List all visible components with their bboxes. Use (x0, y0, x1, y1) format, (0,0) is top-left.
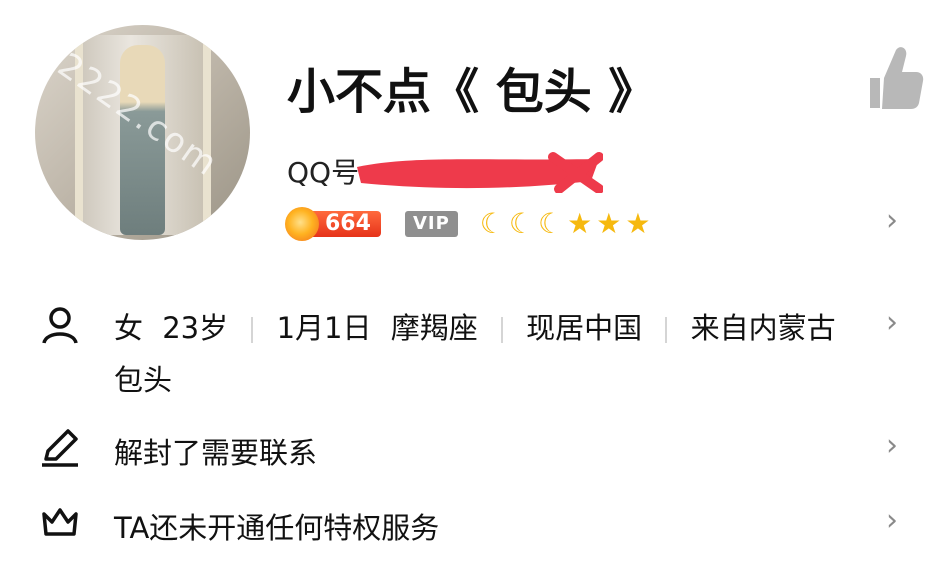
redaction-scribble (357, 152, 603, 193)
location: 现居中国 (526, 311, 643, 345)
crown-icon (42, 508, 78, 536)
badge-row: 664 VIP ☾ ☾ ☾ ★ ★ ★ (285, 207, 650, 241)
age: 23岁 (162, 311, 229, 345)
pencil-icon (42, 429, 78, 467)
zodiac: 摩羯座 (390, 311, 478, 345)
qq-number: QQ号 (287, 151, 603, 193)
hometown: 来自内蒙古 (690, 311, 836, 345)
chevron-right-icon[interactable]: › (886, 203, 898, 238)
chevron-right-icon[interactable]: › (886, 503, 898, 538)
vip-badge[interactable]: VIP (404, 211, 458, 237)
flame-icon (285, 207, 319, 241)
level-number: 664 (309, 211, 381, 237)
avatar[interactable]: 2222.com (35, 25, 250, 240)
privilege-text[interactable]: TA还未开通任何特权服务 (114, 505, 439, 547)
divider (251, 317, 254, 343)
moon-icon: ☾ (508, 207, 534, 240)
divider (500, 317, 503, 343)
profile-name: 小不点《 包头 》 (287, 64, 657, 120)
moon-icon: ☾ (479, 207, 505, 240)
thumbs-up-icon[interactable] (864, 38, 924, 118)
chevron-right-icon[interactable]: › (886, 428, 898, 463)
divider (665, 317, 668, 343)
qq-label: QQ号 (287, 156, 360, 189)
birthday: 1月1日 (276, 311, 372, 345)
level-badge[interactable]: 664 (285, 207, 381, 241)
moon-icon: ☾ (537, 207, 564, 240)
hometown-continued: 包头 (114, 363, 173, 397)
star-icon: ★ (625, 207, 651, 240)
star-icon: ★ (596, 207, 622, 240)
signature-text[interactable]: 解封了需要联系 (114, 430, 317, 472)
chevron-right-icon[interactable]: › (886, 305, 898, 340)
basic-info[interactable]: 女 23岁 1月1日 摩羯座 现居中国 来自内蒙古 (114, 305, 836, 347)
person-icon (42, 307, 78, 344)
rank-icons[interactable]: ☾ ☾ ☾ ★ ★ ★ (480, 209, 651, 239)
star-icon: ★ (567, 207, 593, 240)
gender: 女 (114, 311, 144, 345)
